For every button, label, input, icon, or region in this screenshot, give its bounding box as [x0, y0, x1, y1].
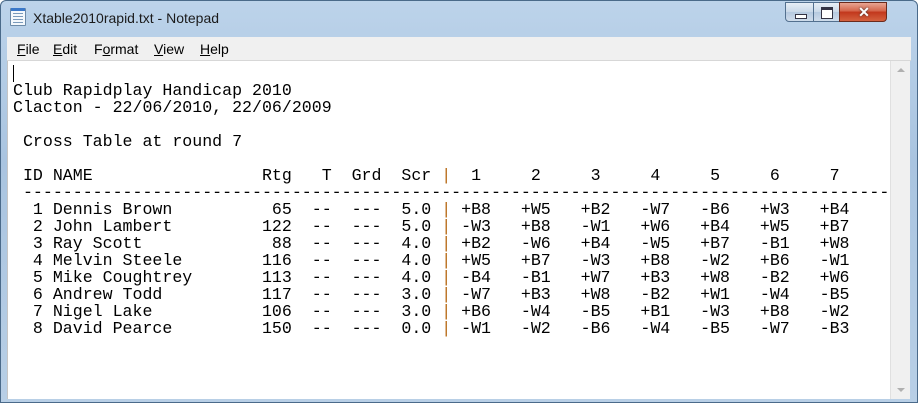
notepad-icon[interactable] [10, 8, 26, 26]
menu-format[interactable]: Format [94, 41, 138, 57]
table-row-results: -W1 -W2 -B6 -W4 -B5 -W7 -B3 [451, 319, 850, 338]
menu-help[interactable]: Help [200, 41, 229, 57]
menu-edit[interactable]: Edit [53, 41, 77, 57]
maximize-icon [821, 7, 833, 19]
heading-line-2: Clacton - 22/06/2010, 22/06/2009 [13, 98, 332, 117]
document-text[interactable]: Club Rapidplay Handicap 2010 Clacton - 2… [13, 65, 889, 337]
menu-file[interactable]: File [17, 41, 40, 57]
vertical-scrollbar[interactable] [890, 61, 910, 399]
window-title: Xtable2010rapid.txt - Notepad [33, 10, 220, 26]
menu-bar: File Edit Format View Help [7, 37, 911, 61]
minimize-button[interactable] [785, 2, 814, 22]
round-line: Cross Table at round 7 [13, 132, 243, 151]
table-row: 8 David Pearce 150 -- --- 0.0 [13, 319, 442, 338]
minimize-icon [795, 14, 807, 19]
title-bar[interactable]: Xtable2010rapid.txt - Notepad ✕ [1, 1, 917, 37]
scroll-down-icon[interactable] [891, 380, 910, 399]
notepad-window: Xtable2010rapid.txt - Notepad ✕ File Edi… [0, 0, 918, 403]
close-button[interactable]: ✕ [839, 2, 887, 22]
text-editor[interactable]: Club Rapidplay Handicap 2010 Clacton - 2… [7, 61, 890, 399]
column-separator: | [441, 319, 452, 338]
scroll-up-icon[interactable] [891, 61, 910, 80]
maximize-button[interactable] [813, 2, 840, 22]
menu-view[interactable]: View [154, 41, 184, 57]
close-icon: ✕ [858, 4, 870, 20]
